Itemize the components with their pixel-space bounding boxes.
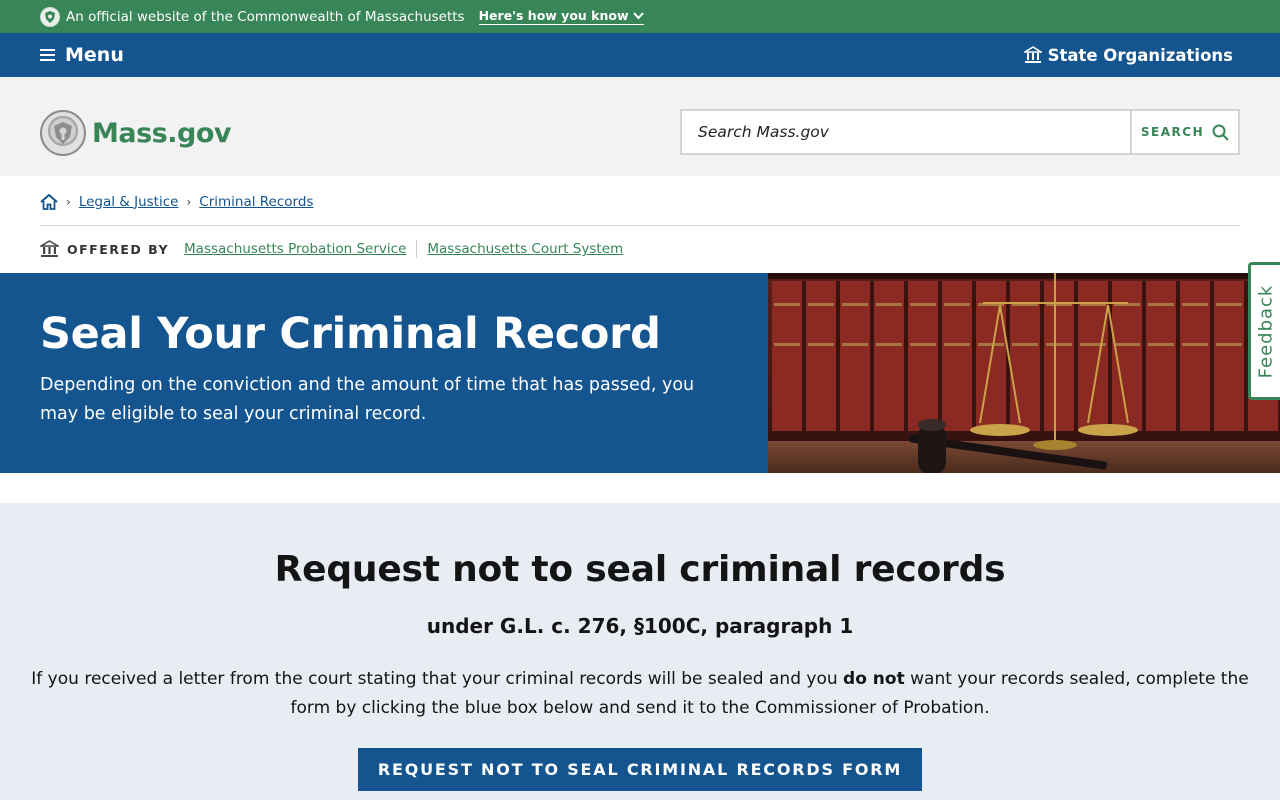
section-subtitle: under G.L. c. 276, §100C, paragraph 1 (426, 614, 854, 638)
scales-of-justice-image (768, 273, 1280, 473)
logo-text: Mass.gov (92, 117, 231, 149)
menu-button[interactable]: Menu (40, 44, 124, 66)
mass-gov-logo[interactable]: Mass.gov (40, 110, 231, 156)
state-seal-icon (40, 6, 60, 27)
org-link-probation-service[interactable]: Massachusetts Probation Service (184, 241, 406, 257)
search-button[interactable]: SEARCH (1130, 111, 1238, 153)
offered-by-label: OFFERED BY (67, 241, 170, 257)
breadcrumb: › Legal & Justice › Criminal Records (40, 192, 1240, 226)
search-input[interactable] (682, 111, 1130, 153)
state-organizations-button[interactable]: State Organizations (1023, 45, 1233, 65)
page-title: Seal Your Criminal Record (40, 309, 661, 359)
feedback-label: Feedback (1255, 284, 1277, 378)
heres-how-you-know-link[interactable]: Here's how you know (478, 8, 644, 25)
page-banner: Seal Your Criminal Record Depending on t… (0, 273, 1280, 473)
divider (416, 240, 418, 258)
chevron-right-icon: › (186, 194, 192, 209)
menu-label: Menu (65, 44, 124, 66)
chevron-right-icon: › (66, 194, 71, 209)
search-icon (1212, 124, 1229, 141)
commonwealth-seal-icon (40, 110, 86, 156)
breadcrumb-legal-justice[interactable]: Legal & Justice (79, 194, 179, 210)
offered-by: OFFERED BY Massachusetts Probation Servi… (40, 240, 623, 258)
official-banner-text: An official website of the Commonwealth … (66, 8, 465, 25)
section-title: Request not to seal criminal records (274, 549, 1006, 590)
page-banner-text: Seal Your Criminal Record Depending on t… (0, 273, 768, 473)
search-button-label: SEARCH (1140, 125, 1205, 139)
hamburger-icon (40, 49, 55, 61)
site-header: Mass.gov SEARCH (0, 77, 1280, 176)
state-organizations-label: State Organizations (1047, 45, 1233, 65)
search-form: SEARCH (680, 109, 1240, 155)
building-icon (40, 240, 59, 257)
page-description: Depending on the conviction and the amou… (40, 375, 695, 424)
feedback-tab[interactable]: Feedback (1248, 262, 1280, 400)
section-description: If you received a letter from the court … (31, 669, 1249, 718)
org-link-court-system[interactable]: Massachusetts Court System (427, 241, 623, 257)
building-icon (1023, 46, 1042, 63)
chevron-down-icon (632, 11, 644, 19)
emphasis-do-not: do not (843, 669, 905, 689)
main-navbar: Menu State Organizations (0, 33, 1280, 77)
home-icon[interactable] (40, 193, 58, 210)
official-banner: An official website of the Commonwealth … (0, 0, 1280, 33)
main-content: Request not to seal criminal records und… (0, 503, 1280, 800)
request-form-button[interactable]: REQUEST NOT TO SEAL CRIMINAL RECORDS FOR… (357, 748, 923, 791)
breadcrumb-criminal-records[interactable]: Criminal Records (199, 194, 313, 210)
